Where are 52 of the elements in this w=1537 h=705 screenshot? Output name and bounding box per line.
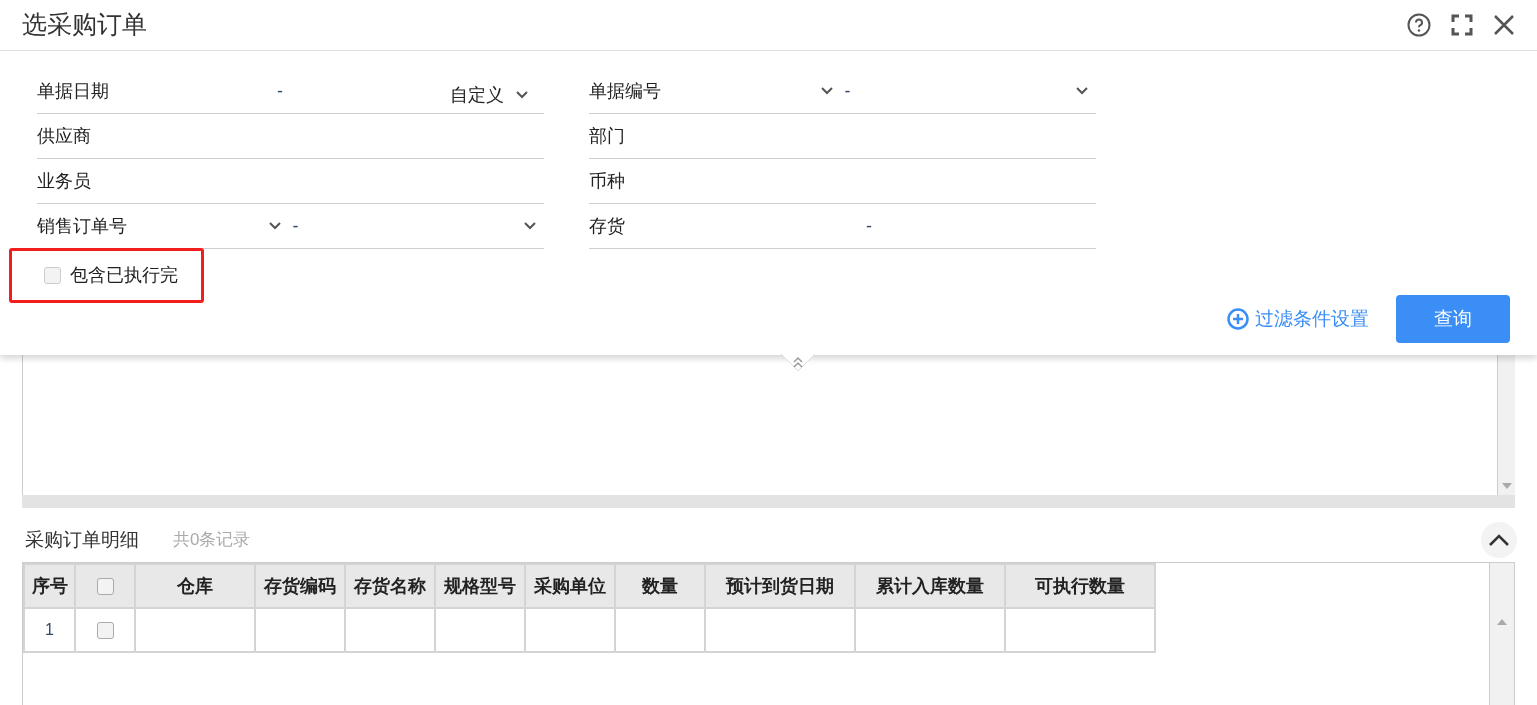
- field-label: 币种: [589, 169, 625, 193]
- help-icon[interactable]: [1407, 13, 1431, 37]
- filter-field[interactable]: 单据编号 -: [589, 69, 1096, 114]
- column-header: 存货编码: [255, 564, 345, 608]
- header-checkbox[interactable]: [96, 578, 114, 596]
- table-cell: 1: [24, 608, 75, 652]
- column-header: 规格型号: [435, 564, 525, 608]
- scrollbar[interactable]: [1497, 355, 1515, 495]
- date-preset-select[interactable]: 自定义: [450, 81, 528, 109]
- chevron-down-icon[interactable]: [820, 87, 833, 95]
- range-separator: -: [292, 214, 300, 238]
- filter-field[interactable]: 供应商: [37, 114, 544, 159]
- window-title: 选采购订单: [22, 9, 147, 41]
- chevron-up-icon: [1489, 534, 1509, 546]
- range-separator: -: [844, 79, 852, 103]
- row-checkbox[interactable]: [96, 622, 114, 640]
- field-label: 供应商: [37, 124, 91, 148]
- plus-circle-icon: [1227, 308, 1249, 330]
- column-header: 存货名称: [345, 564, 435, 608]
- field-label: 存货: [589, 214, 626, 238]
- checkbox[interactable]: [44, 267, 61, 284]
- close-icon[interactable]: [1493, 14, 1515, 36]
- range-separator: -: [277, 79, 283, 103]
- range-separator: -: [866, 214, 872, 238]
- fullscreen-icon[interactable]: [1451, 14, 1473, 36]
- column-header: 采购单位: [525, 564, 615, 608]
- field-label: 部门: [589, 124, 625, 148]
- chevron-down-icon[interactable]: [516, 91, 528, 99]
- filter-field[interactable]: 销售订单号 -: [37, 204, 544, 249]
- column-header: 预计到货日期: [705, 564, 855, 608]
- column-header: 可执行数量: [1005, 564, 1155, 608]
- column-header: 累计入库数量: [855, 564, 1005, 608]
- chevron-down-icon[interactable]: [524, 222, 536, 230]
- filter-field[interactable]: 单据日期 - 自定义: [37, 69, 544, 114]
- filter-field[interactable]: 币种: [589, 159, 1096, 204]
- chevron-down-icon[interactable]: [1076, 87, 1088, 95]
- column-header: 序号: [24, 564, 75, 608]
- record-count: 共0条记录: [173, 529, 251, 552]
- column-header: 仓库: [135, 564, 255, 608]
- field-label: 业务员: [37, 169, 91, 193]
- checkbox-label: 包含已执行完: [70, 264, 178, 287]
- section-title: 采购订单明细: [25, 527, 139, 552]
- field-label: 单据编号: [589, 79, 662, 103]
- column-header: 数量: [615, 564, 705, 608]
- field-label: 销售订单号: [37, 214, 128, 238]
- filter-field[interactable]: 存货 -: [589, 204, 1096, 249]
- collapse-button[interactable]: [1481, 522, 1517, 558]
- chevron-down-icon[interactable]: [268, 222, 281, 230]
- filter-field[interactable]: 部门: [589, 114, 1096, 159]
- scrollbar[interactable]: [1489, 563, 1515, 705]
- filter-field[interactable]: 业务员: [37, 159, 544, 204]
- field-label: 单据日期: [37, 79, 110, 103]
